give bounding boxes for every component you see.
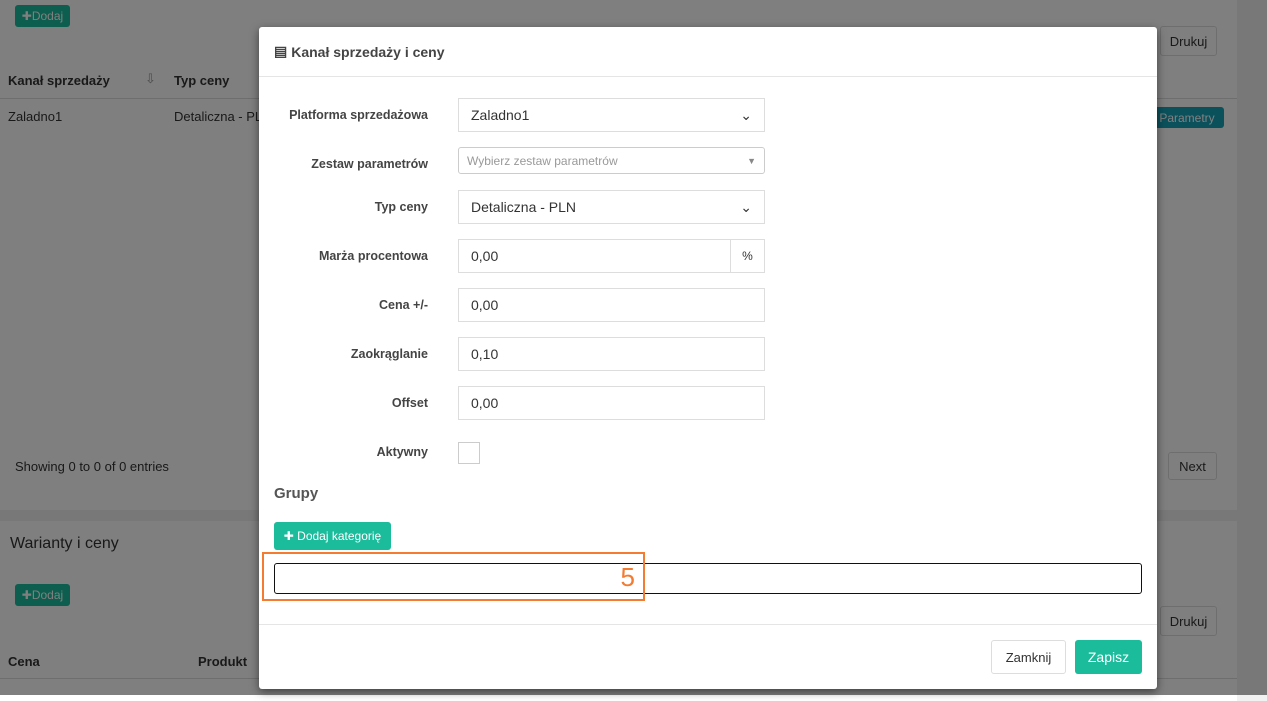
label-param-set: Zestaw parametrów	[311, 157, 428, 171]
price-type-select[interactable]: Detaliczna - PLN ⌄	[458, 190, 765, 224]
footer-divider	[259, 624, 1157, 625]
annotation-label: 5	[620, 562, 635, 592]
caret-down-icon: ▼	[747, 155, 756, 166]
param-set-select[interactable]: Wybierz zestaw parametrów ▼	[458, 147, 765, 174]
label-active: Aktywny	[376, 445, 428, 459]
label-price-type: Typ ceny	[374, 200, 428, 214]
price-adjust-input[interactable]: 0,00	[458, 288, 765, 322]
groups-title: Grupy	[274, 485, 319, 502]
save-button[interactable]: Zapisz	[1075, 640, 1142, 674]
platform-select[interactable]: Zaladno1 ⌄	[458, 98, 765, 132]
modal-header: ▤ Kanał sprzedaży i ceny	[259, 27, 1157, 77]
annotation-box: 5	[262, 552, 645, 601]
price-type-value: Detaliczna - PLN	[471, 199, 577, 215]
chevron-down-icon: ⌄	[740, 198, 752, 215]
add-category-button[interactable]: ✚ Dodaj kategorię	[274, 522, 391, 550]
label-rounding: Zaokrąglanie	[350, 347, 428, 361]
platform-value: Zaladno1	[471, 107, 530, 123]
margin-input[interactable]: 0,00	[458, 239, 731, 273]
label-margin: Marża procentowa	[318, 249, 428, 263]
percent-addon: %	[730, 239, 765, 273]
param-set-placeholder: Wybierz zestaw parametrów	[467, 153, 618, 168]
sales-channel-modal: ▤ Kanał sprzedaży i ceny Platforma sprzed…	[259, 27, 1157, 689]
close-button[interactable]: Zamknij	[991, 640, 1066, 674]
label-price-adjust: Cena +/-	[379, 298, 428, 312]
offset-input[interactable]: 0,00	[458, 386, 765, 420]
modal-title: Kanał sprzedaży i ceny	[291, 43, 445, 60]
chevron-down-icon: ⌄	[740, 106, 752, 123]
active-checkbox[interactable]	[458, 442, 480, 464]
label-offset: Offset	[391, 396, 428, 410]
label-platform: Platforma sprzedażowa	[289, 108, 428, 122]
rounding-input[interactable]: 0,10	[458, 337, 765, 371]
list-icon: ▤	[274, 43, 288, 59]
add-category-label: Dodaj kategorię	[297, 529, 382, 543]
